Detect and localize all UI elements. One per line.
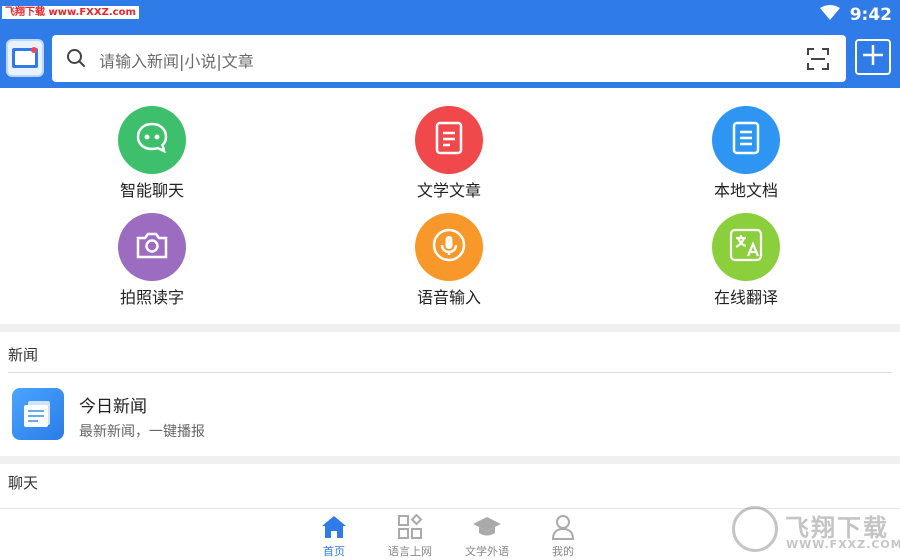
feature-label: 语音输入	[416, 288, 481, 307]
add-icon	[861, 43, 885, 71]
document-icon	[731, 121, 761, 159]
nav-label: 我的	[552, 545, 574, 558]
watermark-url: WWW.FXXZ.COM	[786, 538, 900, 551]
feature-local-docs[interactable]: 本地文档	[666, 88, 826, 200]
feature-voice-input[interactable]: 语音输入	[369, 195, 529, 307]
home-icon	[294, 513, 374, 541]
search-icon	[66, 48, 86, 72]
apps-icon	[370, 513, 450, 541]
feature-voice-input-circle	[415, 213, 483, 281]
watermark-emblem-icon	[732, 506, 778, 552]
news-item-subtitle: 最新新闻，一键播报	[79, 424, 205, 440]
translate-icon	[728, 227, 764, 267]
feature-literature[interactable]: 文学文章	[369, 88, 529, 200]
status-time: 9:42	[849, 5, 892, 25]
watermark-logo: 飞翔下载 WWW.FXXZ.COM	[730, 502, 900, 558]
top-bar: 请输入新闻|小说|文章	[0, 30, 900, 88]
watermark-badge: 飞翔下载 www.FXXZ.com	[2, 6, 139, 19]
news-section-header: 新闻	[8, 346, 39, 364]
feature-translate[interactable]: 在线翻译	[666, 195, 826, 307]
feature-photo-read-circle	[118, 213, 186, 281]
feature-label: 拍照读字	[119, 288, 184, 307]
search-bar[interactable]: 请输入新闻|小说|文章	[52, 35, 846, 82]
nav-literature-foreign[interactable]: 文学外语	[447, 513, 527, 560]
search-input[interactable]: 请输入新闻|小说|文章	[99, 48, 254, 72]
section-separator	[0, 456, 900, 464]
nav-label: 首页	[323, 545, 345, 558]
chat-section-header: 聊天	[8, 474, 39, 492]
camera-icon	[135, 230, 169, 264]
divider	[8, 372, 892, 373]
nav-label: 语言上网	[388, 545, 432, 558]
feature-label: 在线翻译	[713, 288, 778, 307]
nav-language-web[interactable]: 语言上网	[370, 513, 450, 560]
nav-profile[interactable]: 我的	[523, 513, 603, 560]
microphone-icon	[431, 227, 467, 267]
section-separator	[0, 324, 900, 332]
feature-smart-chat[interactable]: 智能聊天	[72, 88, 232, 200]
wifi-icon	[819, 4, 840, 26]
feature-literature-circle	[415, 106, 483, 174]
news-list-item[interactable]: 今日新闻 最新新闻，一键播报	[0, 378, 900, 454]
feature-photo-read[interactable]: 拍照读字	[72, 195, 232, 307]
app-logo[interactable]	[6, 39, 44, 77]
newspaper-icon	[12, 388, 64, 440]
nav-home[interactable]: 首页	[294, 513, 374, 560]
user-icon	[523, 513, 603, 541]
add-button[interactable]	[855, 39, 891, 75]
nav-label: 文学外语	[465, 545, 509, 558]
feature-local-docs-circle	[712, 106, 780, 174]
scan-icon[interactable]	[806, 47, 830, 75]
feature-translate-circle	[712, 213, 780, 281]
article-icon	[434, 121, 464, 159]
feature-smart-chat-circle	[118, 106, 186, 174]
status-right: 9:42	[819, 3, 892, 27]
chat-icon	[134, 120, 170, 160]
feature-grid: 智能聊天 文学文章 本地文档 拍照读字 语音输入 在线翻译	[0, 88, 900, 324]
status-bar: 飞翔下载 www.FXXZ.com 9:42	[0, 0, 900, 30]
news-item-title: 今日新闻	[79, 397, 147, 417]
graduation-cap-icon	[447, 513, 527, 541]
